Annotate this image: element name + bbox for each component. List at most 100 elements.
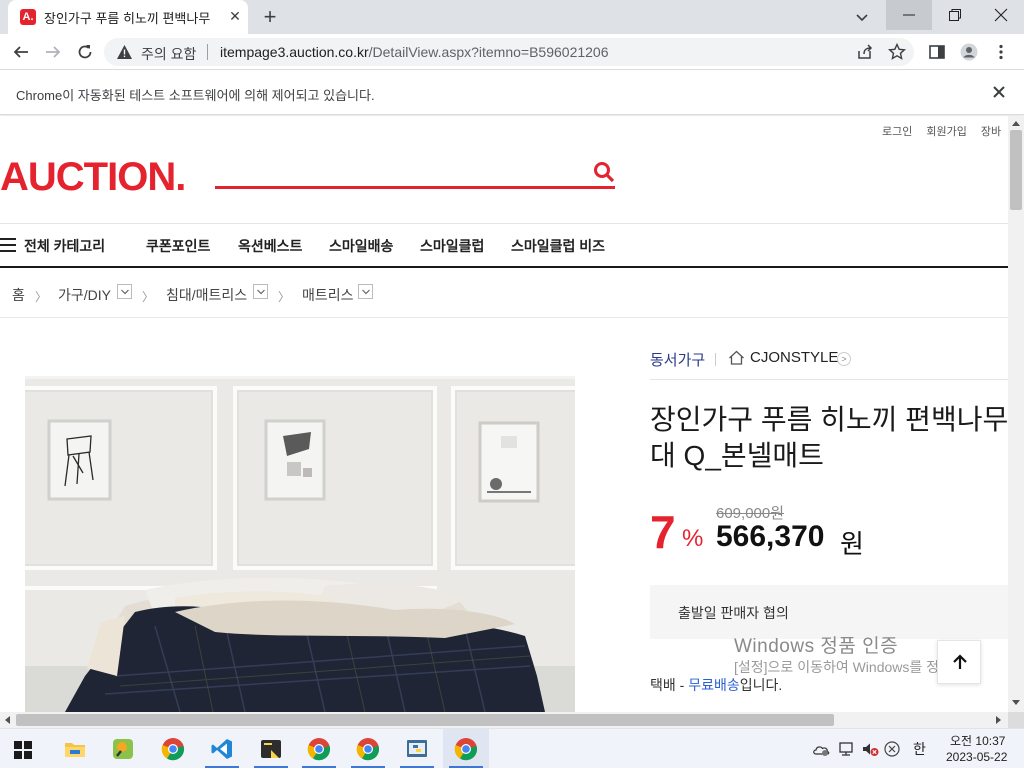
- network-icon[interactable]: [838, 741, 856, 757]
- menu-button[interactable]: [988, 39, 1014, 65]
- horizontal-scroll-thumb[interactable]: [16, 714, 834, 726]
- close-icon: [994, 8, 1008, 22]
- chevron-right-icon: 〉: [142, 290, 155, 304]
- breadcrumb-level-3[interactable]: 매트리스: [302, 285, 354, 305]
- hamburger-icon[interactable]: [0, 238, 16, 252]
- breadcrumb-level-2[interactable]: 침대/매트리스: [166, 285, 247, 305]
- clock-time[interactable]: 오전 10:37: [950, 732, 1005, 749]
- kebab-menu-icon: [999, 44, 1003, 60]
- warning-icon: [117, 45, 132, 59]
- forward-button[interactable]: [40, 39, 66, 65]
- nav-item-coupon-point[interactable]: 쿠폰포인트: [146, 236, 210, 256]
- chrome-icon: [161, 738, 185, 761]
- breadcrumb-dropdown-3[interactable]: [358, 284, 373, 299]
- windows-activation-title: Windows 정품 인증: [734, 636, 899, 657]
- share-button[interactable]: [852, 39, 878, 65]
- page-content: 로그인 회원가입 장바 AUCTION. 전체 카테고리 쿠폰포인트 옥션베스트 스…: [0, 116, 1008, 712]
- scroll-left-arrow-icon[interactable]: [5, 716, 10, 724]
- seller-divider: [715, 353, 716, 366]
- nav-item-auction-best[interactable]: 옥션베스트: [238, 236, 302, 256]
- onedrive-icon[interactable]: [812, 741, 830, 757]
- taskbar-sticky-app[interactable]: [248, 729, 294, 768]
- avatar-icon: [960, 43, 978, 61]
- login-link[interactable]: 로그인: [882, 126, 912, 138]
- circle-x-icon[interactable]: [884, 741, 900, 757]
- breadcrumb-home[interactable]: 홈: [12, 285, 25, 305]
- chevron-right-icon: 〉: [35, 290, 48, 304]
- chevron-down-icon: [257, 289, 265, 295]
- bedroom-photo: [25, 376, 575, 712]
- free-shipping-link[interactable]: 무료배송: [688, 677, 740, 693]
- store-name-link[interactable]: CJONSTYLE: [750, 349, 838, 366]
- tab-close-icon[interactable]: ✕: [226, 7, 244, 25]
- scroll-up-arrow-icon[interactable]: [1012, 121, 1020, 126]
- chevron-down-icon: [856, 14, 868, 22]
- restore-button[interactable]: [932, 0, 978, 30]
- seller-name[interactable]: 동서가구: [650, 349, 705, 370]
- restore-icon: [949, 9, 961, 21]
- browser-tab[interactable]: A. 장인가구 푸름 히노끼 편백나무 ✕: [8, 0, 248, 34]
- nav-item-smile-delivery[interactable]: 스마일배송: [329, 236, 393, 256]
- close-window-button[interactable]: [978, 0, 1024, 30]
- nav-item-smile-club[interactable]: 스마일클럽: [420, 236, 484, 256]
- python-app-icon: [407, 740, 427, 757]
- cart-link[interactable]: 장바: [981, 126, 1001, 138]
- taskbar-chrome-1[interactable]: [150, 729, 196, 768]
- global-nav: 전체 카테고리 쿠폰포인트 옥션베스트 스마일배송 스마일클럽 스마일클럽 비즈: [0, 224, 1008, 266]
- taskbar-chrome-2[interactable]: [296, 729, 342, 768]
- infobar-close-button[interactable]: [990, 83, 1008, 101]
- ime-indicator[interactable]: 한: [913, 739, 926, 759]
- taskbar-python-app[interactable]: [394, 729, 440, 768]
- breadcrumb-level-1[interactable]: 가구/DIY: [58, 285, 111, 305]
- volume-muted-icon[interactable]: [861, 741, 879, 757]
- vertical-scrollbar[interactable]: [1008, 116, 1024, 712]
- chevron-right-icon: 〉: [278, 290, 291, 304]
- search-input[interactable]: [215, 186, 615, 189]
- vertical-scroll-thumb[interactable]: [1010, 130, 1022, 210]
- breadcrumb-dropdown-2[interactable]: [253, 284, 268, 299]
- side-panel-button[interactable]: [924, 39, 950, 65]
- utility-links: 로그인 회원가입 장바: [882, 123, 1008, 139]
- taskbar-file-explorer[interactable]: [52, 729, 98, 768]
- breadcrumb-dropdown-1[interactable]: [117, 284, 132, 299]
- signup-link[interactable]: 회원가입: [926, 126, 966, 138]
- arrow-right-icon: [46, 46, 61, 58]
- chrome-icon: [307, 738, 331, 761]
- taskbar-chrome-3[interactable]: [345, 729, 391, 768]
- taskbar-chrome-active[interactable]: [443, 729, 489, 768]
- share-icon: [858, 44, 873, 59]
- address-bar[interactable]: 주의 요함 itempage3.auction.co.kr/DetailView…: [104, 38, 914, 66]
- scroll-right-arrow-icon[interactable]: [996, 716, 1001, 724]
- chevron-down-icon: [362, 289, 370, 295]
- logo-dot: .: [175, 155, 186, 199]
- nav-item-smile-club-biz[interactable]: 스마일클럽 비즈: [511, 236, 605, 256]
- back-button[interactable]: [8, 39, 34, 65]
- security-status-label[interactable]: 주의 요함: [141, 44, 196, 64]
- taskbar-paint[interactable]: [100, 729, 146, 768]
- clock-date[interactable]: 2023-05-22: [946, 750, 1007, 764]
- windows-start-icon[interactable]: [14, 741, 32, 759]
- logo-text: AUCTION: [0, 155, 176, 199]
- windows-taskbar: 한 오전 10:37 2023-05-22: [0, 728, 1024, 768]
- tab-search-button[interactable]: [850, 5, 874, 29]
- bookmark-button[interactable]: [884, 39, 910, 65]
- chevron-right-icon[interactable]: >: [837, 352, 851, 366]
- new-tab-button[interactable]: +: [256, 3, 284, 31]
- scroll-down-arrow-icon[interactable]: [1012, 700, 1020, 705]
- auction-logo[interactable]: AUCTION.: [0, 154, 186, 200]
- sale-price-currency: 원: [840, 529, 864, 559]
- profile-button[interactable]: [956, 39, 982, 65]
- tab-strip: A. 장인가구 푸름 히노끼 편백나무 ✕ +: [0, 0, 1024, 34]
- search-icon[interactable]: [592, 160, 616, 184]
- scroll-to-top-button[interactable]: [937, 640, 981, 684]
- all-categories-button[interactable]: 전체 카테고리: [24, 236, 105, 256]
- minimize-button[interactable]: [886, 0, 932, 30]
- reload-button[interactable]: [72, 39, 98, 65]
- note-icon: [261, 740, 281, 758]
- horizontal-scrollbar[interactable]: [0, 712, 1008, 728]
- omnibox-divider: [207, 44, 208, 60]
- folder-icon: [65, 743, 85, 757]
- product-image[interactable]: [25, 376, 575, 712]
- taskbar-vscode[interactable]: [199, 729, 245, 768]
- url-text[interactable]: itempage3.auction.co.kr/DetailView.aspx?…: [220, 44, 609, 60]
